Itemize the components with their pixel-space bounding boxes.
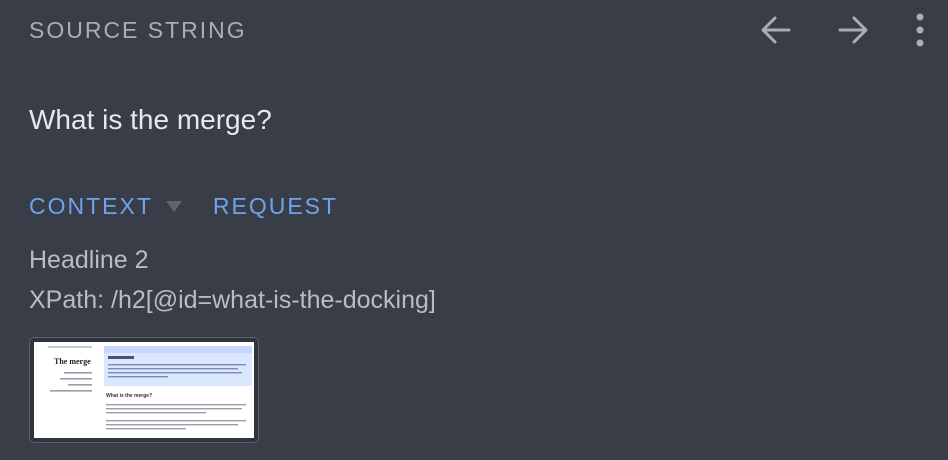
context-tabs: CONTEXT REQUEST (29, 190, 338, 222)
panel-title: SOURCE STRING (29, 17, 247, 43)
thumb-page-title: The merge (54, 357, 91, 366)
tab-context[interactable]: CONTEXT (29, 190, 153, 222)
arrow-right-icon (838, 16, 868, 44)
page-preview-image: The merge What is the merge? (34, 342, 254, 438)
thumb-heading: What is the merge? (106, 393, 152, 399)
arrow-left-icon (761, 16, 791, 44)
context-element-type: Headline 2 (29, 246, 149, 274)
toolbar (754, 8, 930, 52)
next-string-button[interactable] (831, 8, 875, 52)
tab-request[interactable]: REQUEST (213, 190, 338, 222)
previous-string-button[interactable] (754, 8, 798, 52)
context-xpath: XPath: /h2[@id=what-is-the-docking] (29, 286, 436, 314)
more-options-button[interactable] (910, 8, 930, 52)
context-dropdown-toggle[interactable] (165, 199, 183, 213)
source-string-panel: SOURCE STRING What is the merge? CONTEXT (0, 0, 948, 460)
context-screenshot-thumbnail[interactable]: The merge What is the merge? (29, 337, 259, 443)
caret-down-icon (165, 201, 182, 212)
more-vertical-icon (916, 13, 924, 47)
source-string-text: What is the merge? (29, 104, 272, 135)
